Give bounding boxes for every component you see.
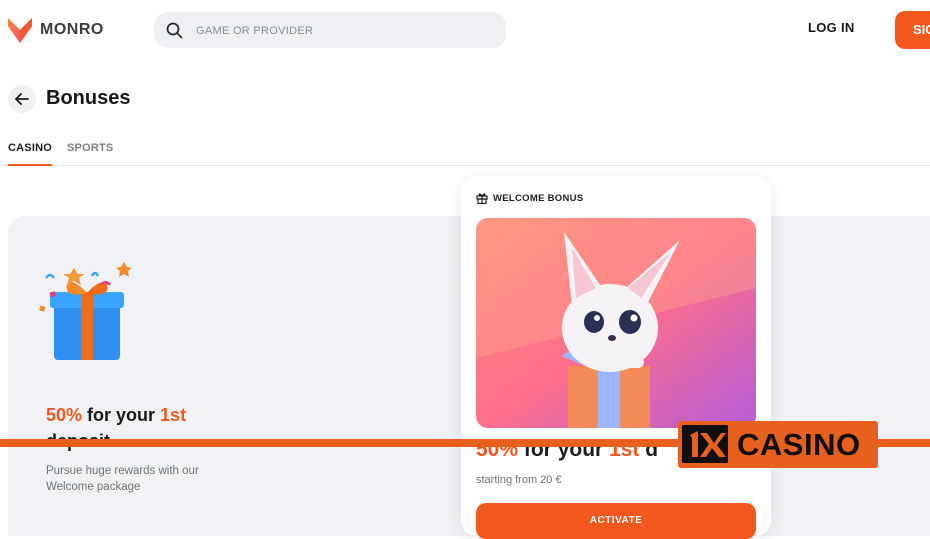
tab-sports[interactable]: SPORTS (67, 142, 113, 154)
monro-logo[interactable]: MONRO (8, 16, 104, 43)
promo-title-mid: for your (82, 405, 161, 425)
gift-box-icon (39, 262, 132, 360)
card-label: WELCOME BONUS (476, 192, 583, 204)
promo-ordinal: 1st (160, 405, 187, 425)
overlay-logo-icon (682, 425, 728, 463)
logo-icon (8, 18, 32, 43)
back-button[interactable] (8, 85, 36, 113)
card-subtitle: starting from 20 € (476, 474, 562, 486)
tab-casino[interactable]: CASINO (8, 142, 52, 166)
promo-percent: 50% (46, 405, 83, 425)
logo-text: MONRO (40, 20, 104, 38)
page-title: Bonuses (46, 87, 131, 109)
overlay-casino-text: CASINO (737, 427, 861, 462)
top-header: MONRO LOG IN SIG (0, 0, 930, 62)
arrow-left-icon (15, 93, 29, 105)
gift-icon (476, 193, 488, 204)
search-icon (166, 22, 183, 39)
search-input[interactable] (194, 20, 498, 42)
welcome-bonus-card: WELCOME BONUS 50% for your 1st d startin… (461, 176, 771, 539)
signup-button[interactable]: SIG (895, 11, 930, 49)
fennec-fox-illustration (476, 218, 756, 428)
card-label-text: WELCOME BONUS (493, 192, 584, 204)
login-button[interactable]: LOG IN (808, 20, 855, 35)
overlay-casino-badge: CASINO (678, 421, 878, 468)
activate-button[interactable]: ACTIVATE (476, 503, 756, 539)
promo-description: Pursue huge rewards with our Welcome pac… (46, 465, 199, 493)
search-bar[interactable] (154, 12, 506, 48)
bonus-tabs: CASINO SPORTS (0, 136, 930, 166)
